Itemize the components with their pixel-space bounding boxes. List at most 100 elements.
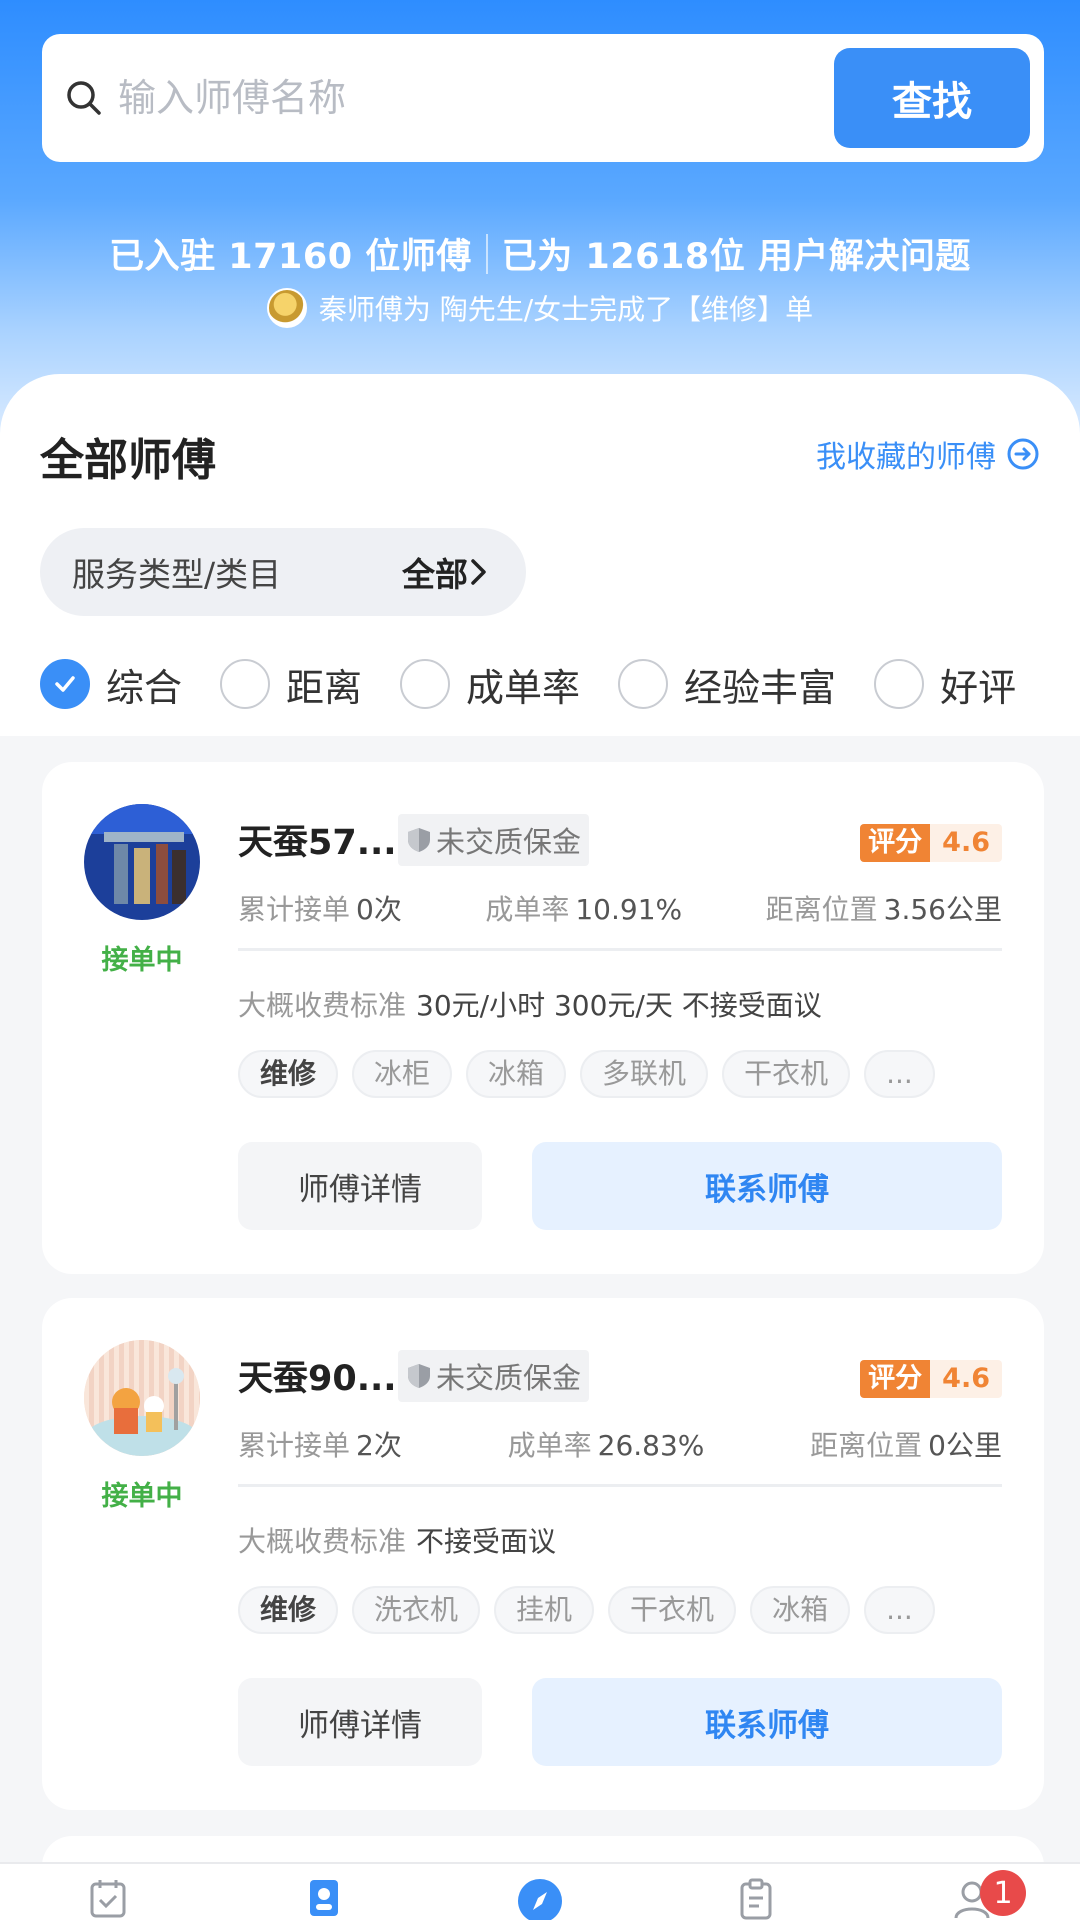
section-title: 全部师傅 [40,435,216,486]
service-tags: 维修 冰柜 冰箱 多联机 干衣机 ... [238,1050,949,1098]
bottom-tabbar: 1 [0,1862,1080,1920]
contact-master-button[interactable]: 联系师傅 [532,1142,1002,1230]
search-bar: 查找 [42,34,1044,162]
rating-badge: 评分 4.6 [860,824,1002,862]
metric-value: 10.91% [575,893,683,926]
tab-orders[interactable] [696,1864,816,1920]
master-name: 天蚕57... [238,823,397,863]
radio-icon [618,659,669,709]
clipboard-icon [740,1878,772,1920]
service-tag: 洗衣机 [352,1586,481,1634]
activity-ticker: 秦师傅为 陶先生/女士完成了【维修】单 [0,288,1080,328]
sort-option-label: 好评 [940,665,1017,710]
price-row: 大概收费标准 30元/小时 300元/天 不接受面议 [238,984,822,1024]
contact-master-button[interactable]: 联系师傅 [532,1678,1002,1766]
master-card[interactable]: 接单中 天蚕90... 未交质保金 评分 4.6 累计接单 2次 成单率 26.83… [42,1298,1044,1810]
price-label: 大概收费标准 [238,989,407,1022]
stats-users: 已为 12618位 用户解决问题 [501,237,971,277]
avatar [84,1340,200,1456]
rating-label: 评分 [860,1360,931,1398]
radio-icon [220,659,271,709]
metric-label: 成单率 [485,893,570,926]
service-tag: 干衣机 [608,1586,737,1634]
deposit-badge: 未交质保金 [398,814,590,866]
shield-icon [408,1364,430,1388]
service-tags: 维修 洗衣机 挂机 干衣机 冰箱 ... [238,1586,949,1634]
sort-option-reviews[interactable]: 好评 [874,657,1016,712]
master-detail-button[interactable]: 师傅详情 [238,1142,482,1230]
metrics-row: 累计接单 2次 成单率 26.83% 距离位置 0公里 [238,1424,1002,1464]
shield-icon [408,828,430,852]
status-badge: 接单中 [101,1481,183,1512]
search-input[interactable] [118,76,834,120]
divider [238,948,1002,951]
distance-metric: 距离位置 0公里 [810,1424,1002,1464]
metric-value: 3.56公里 [883,893,1002,926]
category-filter-label: 服务类型/类目 [72,555,282,594]
stats-line: 已入驻 17160 位师傅 已为 12618位 用户解决问题 [0,228,1080,279]
ticker-text: 秦师傅为 陶先生/女士完成了【维修】单 [318,293,814,326]
metric-label: 累计接单 [238,1429,351,1462]
master-card[interactable]: 接单中 天蚕57... 未交质保金 评分 4.6 累计接单 0次 成单率 10.91… [42,762,1044,1274]
sort-option-label: 距离 [286,665,363,710]
price-value: 不接受面议 [416,1525,557,1558]
status-badge: 接单中 [101,945,183,976]
sort-option-conversion[interactable]: 成单率 [400,657,580,712]
tab-tasks[interactable] [48,1864,168,1920]
sort-option-distance[interactable]: 距离 [220,657,362,712]
category-filter[interactable]: 服务类型/类目 全部 [40,528,526,616]
rating-value: 4.6 [930,824,1002,862]
service-tag: 挂机 [494,1586,595,1634]
more-tags[interactable]: ... [864,1586,935,1634]
sort-option-label: 综合 [106,665,183,710]
service-tag: 冰箱 [466,1050,567,1098]
metric-value: 0次 [356,893,402,926]
service-tag: 维修 [238,1586,339,1634]
stats-masters: 已入驻 17160 位师傅 [109,237,472,277]
divider [238,1484,1002,1487]
sort-option-comprehensive[interactable]: 综合 [40,657,182,712]
price-row: 大概收费标准 不接受面议 [238,1520,556,1560]
deposit-badge: 未交质保金 [398,1350,590,1402]
metric-value: 2次 [356,1429,402,1462]
rate-metric: 成单率 10.91% [485,888,682,928]
deposit-badge-label: 未交质保金 [436,825,582,859]
chevron-right-icon [471,559,486,585]
sort-option-experience[interactable]: 经验丰富 [618,657,836,712]
category-filter-value: 全部 [402,548,490,596]
sort-option-label: 成单率 [466,665,581,710]
orders-metric: 累计接单 2次 [238,1424,402,1464]
distance-metric: 距离位置 3.56公里 [766,888,1002,928]
metric-value: 0公里 [928,1429,1002,1462]
orders-metric: 累计接单 0次 [238,888,402,928]
search-icon [67,81,101,115]
arrow-right-circle-icon [1007,438,1039,470]
tab-profile[interactable]: 1 [912,1864,1032,1920]
service-tag: 干衣机 [722,1050,851,1098]
service-tag: 冰箱 [750,1586,851,1634]
worker-icon [310,1880,338,1916]
radio-icon [400,659,451,709]
tab-masters[interactable] [264,1864,384,1920]
search-button[interactable]: 查找 [834,48,1030,148]
category-filter-selected: 全部 [402,555,468,594]
tab-discover[interactable] [480,1864,600,1920]
service-tag: 多联机 [580,1050,709,1098]
more-tags[interactable]: ... [864,1050,935,1098]
master-detail-button[interactable]: 师傅详情 [238,1678,482,1766]
sort-option-label: 经验丰富 [684,665,837,710]
rating-value: 4.6 [930,1360,1002,1398]
rating-badge: 评分 4.6 [860,1360,1002,1398]
metric-value: 26.83% [597,1429,705,1462]
calendar-check-icon [90,1880,126,1918]
price-value: 30元/小时 300元/天 不接受面议 [416,989,822,1022]
metric-label: 成单率 [507,1429,592,1462]
sort-options: 综合 距离 成单率 经验丰富 好评 [40,656,1080,712]
metric-label: 距离位置 [765,893,878,926]
service-tag: 维修 [238,1050,339,1098]
ticker-avatar [266,288,307,328]
avatar [84,804,200,920]
rating-label: 评分 [860,824,931,862]
notification-badge: 1 [980,1870,1026,1916]
favorites-link[interactable]: 我收藏的师傅 [816,432,1040,476]
